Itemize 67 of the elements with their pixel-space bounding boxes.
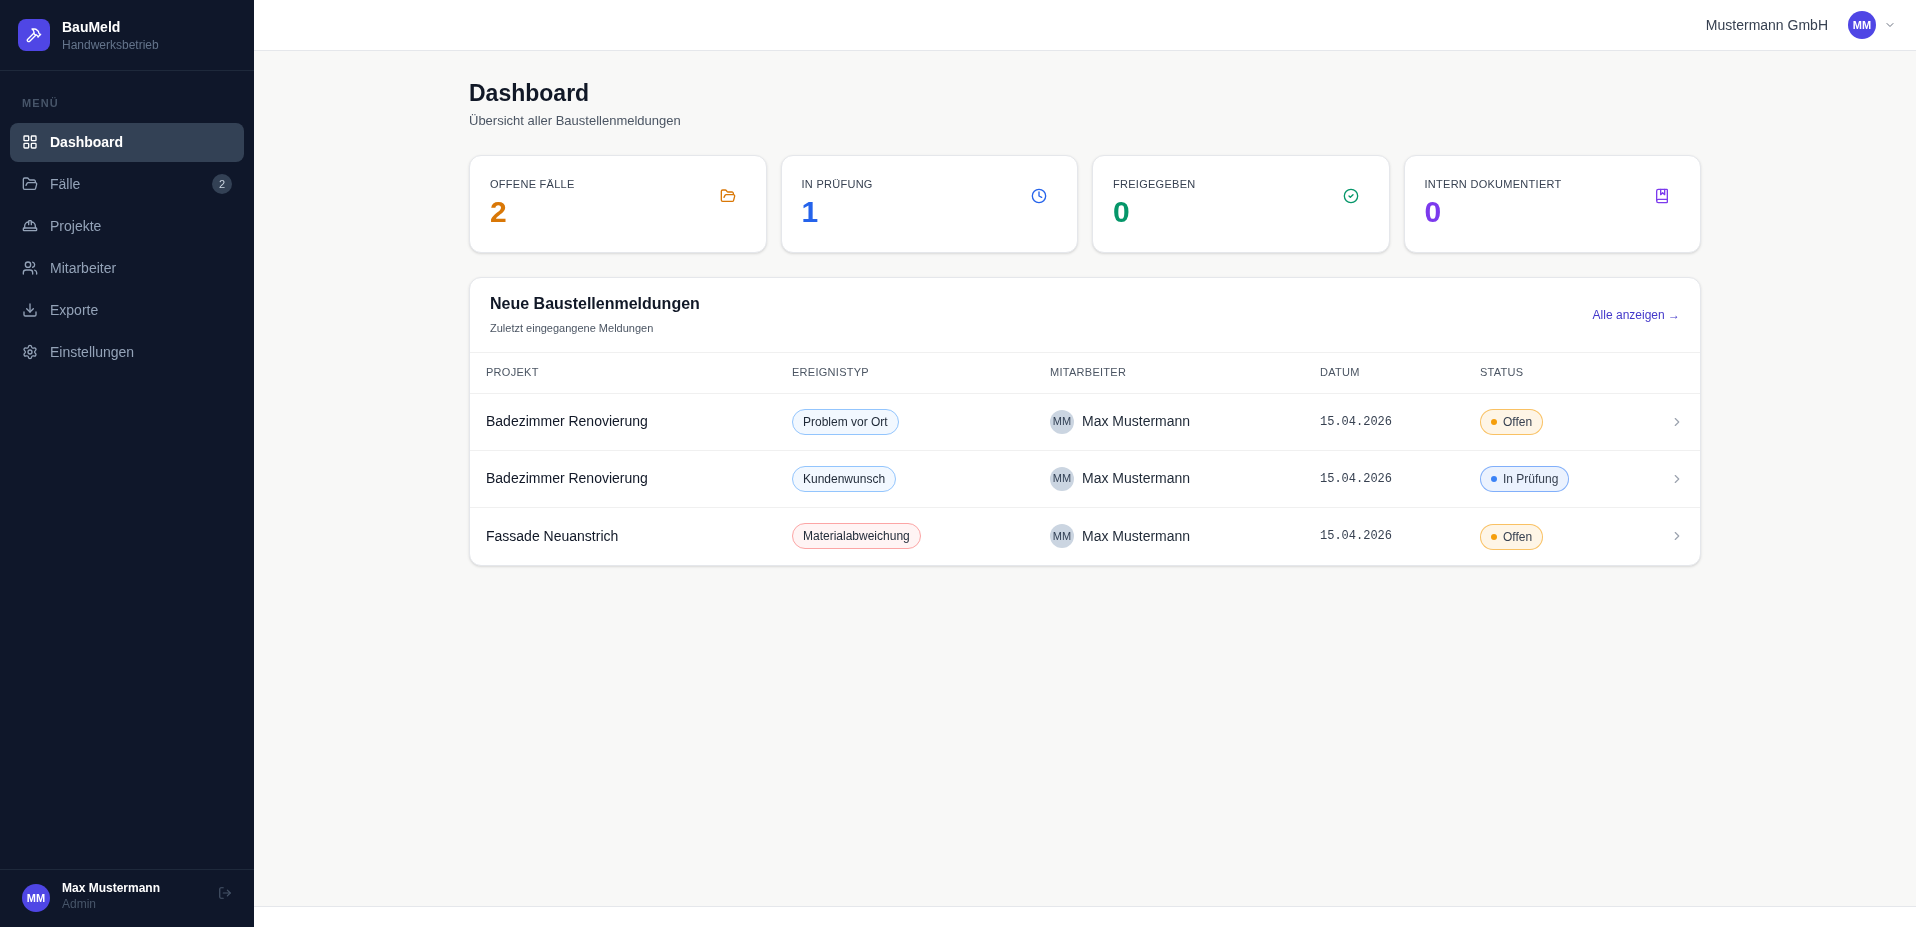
logo-icon (18, 19, 50, 51)
user-avatar: MM (22, 884, 50, 912)
user-role: Admin (62, 896, 97, 912)
status-tag: Offen (1480, 523, 1544, 550)
date-text: 15.04.2026 (1320, 528, 1393, 545)
employee-avatar: MM (1050, 524, 1074, 548)
nav-item[interactable]: Mitarbeiter (10, 248, 244, 288)
download-icon (22, 302, 38, 318)
column-header: DATUM (1320, 365, 1361, 381)
nav-item[interactable]: Fälle 2 (10, 164, 244, 204)
employee-name: Max Mustermann (1082, 469, 1191, 488)
page-title: Dashboard (469, 79, 591, 108)
event-type-tag: Materialabweichung (792, 523, 921, 549)
user-name: Max Mustermann (62, 880, 162, 896)
folder-icon (22, 176, 38, 192)
employee-avatar: MM (1050, 409, 1074, 434)
nav-item[interactable]: Dashboard (10, 122, 244, 162)
status-tag: Offen (1480, 409, 1544, 435)
hard-hat-icon (22, 218, 38, 234)
column-header: STATUS (1480, 365, 1525, 381)
employee-name: Max Mustermann (1082, 526, 1191, 546)
date-text: 15.04.2026 (1320, 470, 1393, 488)
company-name: Mustermann GmbH (1705, 15, 1828, 35)
stat-value: 0 (1113, 194, 1131, 230)
grid-icon (22, 134, 38, 150)
event-type-tag: Problem vor Ort (792, 408, 899, 435)
stat-value: 1 (801, 194, 820, 230)
table-row[interactable]: Fassade Neuanstrich Materialabweichung MM Max Mustermann 15.04.2026 Offen (470, 507, 1700, 565)
stat-value: 2 (490, 194, 508, 230)
project-name: Badezimmer Renovierung (486, 412, 649, 431)
status-tag: In Prüfung (1480, 466, 1570, 492)
settings-icon (22, 344, 38, 360)
check-circle-icon (1342, 187, 1359, 204)
show-all-link[interactable]: Alle anzeigen → (1592, 305, 1680, 324)
column-header: MITARBEITER (1050, 365, 1128, 381)
stat-label: INTERN DOKUMENTIERT (1424, 176, 1562, 192)
book-icon (1654, 187, 1670, 204)
nav-item[interactable]: Projekte (10, 206, 244, 246)
section-label: MENÜ (21, 96, 60, 111)
event-type-tag: Kundenwunsch (792, 465, 897, 492)
brand-name: BauMeld (62, 18, 122, 37)
users-icon (22, 260, 38, 276)
logout-icon[interactable] (218, 886, 232, 900)
brand-subtitle: Handwerksbetrieb (62, 37, 159, 53)
employee-name: Max Mustermann (1082, 412, 1191, 431)
table-row[interactable]: Badezimmer Renovierung Problem vor Ort MM Max Mustermann 15.04.2026 Offen (470, 393, 1700, 451)
column-header: EREIGNISTYP (792, 365, 870, 381)
card-subtitle: Zuletzt eingegangene Meldungen (490, 321, 655, 337)
project-name: Fassade Neuanstrich (486, 526, 620, 546)
account-menu[interactable]: MM (1848, 11, 1896, 39)
stat-label: FREIGEGEBEN (1113, 176, 1196, 192)
stat-value: 0 (1424, 194, 1443, 230)
stat-label: IN PRÜFUNG (801, 176, 873, 192)
page-subtitle: Übersicht aller Baustellenmeldungen (469, 112, 682, 130)
project-name: Badezimmer Renovierung (486, 469, 649, 488)
employee-avatar: MM (1050, 466, 1074, 491)
folder-icon (719, 187, 736, 204)
date-text: 15.04.2026 (1320, 413, 1393, 431)
nav-item[interactable]: Exporte (10, 290, 244, 330)
header-avatar: MM (1848, 11, 1876, 39)
count-badge: 2 (212, 174, 232, 194)
table-row[interactable]: Badezimmer Renovierung Kundenwunsch MM Max Mustermann 15.04.2026 In Prüfung (470, 450, 1700, 508)
card-title: Neue Baustellenmeldungen (490, 294, 700, 315)
column-header: PROJEKT (486, 365, 540, 381)
stat-label: OFFENE FÄLLE (490, 176, 575, 192)
nav-item[interactable]: Einstellungen (10, 332, 244, 372)
clock-icon (1031, 187, 1047, 204)
